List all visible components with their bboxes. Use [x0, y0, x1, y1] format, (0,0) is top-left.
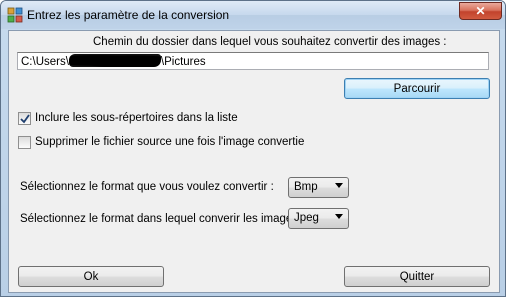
chevron-down-icon	[335, 214, 343, 219]
quit-button-label: Quitter	[399, 270, 435, 283]
dialog-content: Chemin du dossier dans lequel vous souha…	[8, 30, 500, 293]
redacted-username	[68, 54, 161, 67]
target-format-value: Jpeg	[294, 212, 319, 224]
source-format-label: Sélectionnez le format que vous voulez c…	[20, 181, 274, 193]
close-button[interactable]: ✕	[459, 2, 502, 20]
target-format-label: Sélectionnez le format dans lequel conve…	[20, 213, 305, 225]
folder-label: Chemin du dossier dans lequel vous souha…	[93, 36, 447, 48]
browse-button-label: Parcourir	[393, 82, 441, 95]
path-prefix: C:\Users\	[21, 56, 69, 68]
title-bar[interactable]: Entrez les paramètre de la conversion ✕	[1, 1, 505, 29]
checkmark-icon	[20, 114, 30, 124]
delete-source-checkbox[interactable]	[18, 136, 31, 149]
app-icon	[7, 7, 23, 23]
ok-button[interactable]: Ok	[18, 266, 164, 287]
close-icon: ✕	[475, 4, 486, 18]
path-suffix: \Pictures	[160, 56, 206, 68]
target-format-select[interactable]: Jpeg	[288, 208, 349, 229]
folder-path-input[interactable]: C:\Users\ \Pictures	[17, 52, 489, 70]
source-format-value: Bmp	[294, 181, 318, 193]
browse-button[interactable]: Parcourir	[344, 78, 490, 99]
source-format-select[interactable]: Bmp	[288, 177, 349, 198]
ok-button-label: Ok	[83, 270, 99, 283]
dialog-window: Entrez les paramètre de la conversion ✕ …	[0, 0, 506, 297]
quit-button[interactable]: Quitter	[344, 266, 490, 287]
include-subdirs-checkbox[interactable]	[18, 112, 31, 125]
chevron-down-icon	[335, 183, 343, 188]
window-title: Entrez les paramètre de la conversion	[27, 8, 230, 22]
include-subdirs-label[interactable]: Inclure les sous-répertoires dans la lis…	[35, 112, 238, 124]
delete-source-label[interactable]: Supprimer le fichier source une fois l'i…	[35, 136, 304, 148]
